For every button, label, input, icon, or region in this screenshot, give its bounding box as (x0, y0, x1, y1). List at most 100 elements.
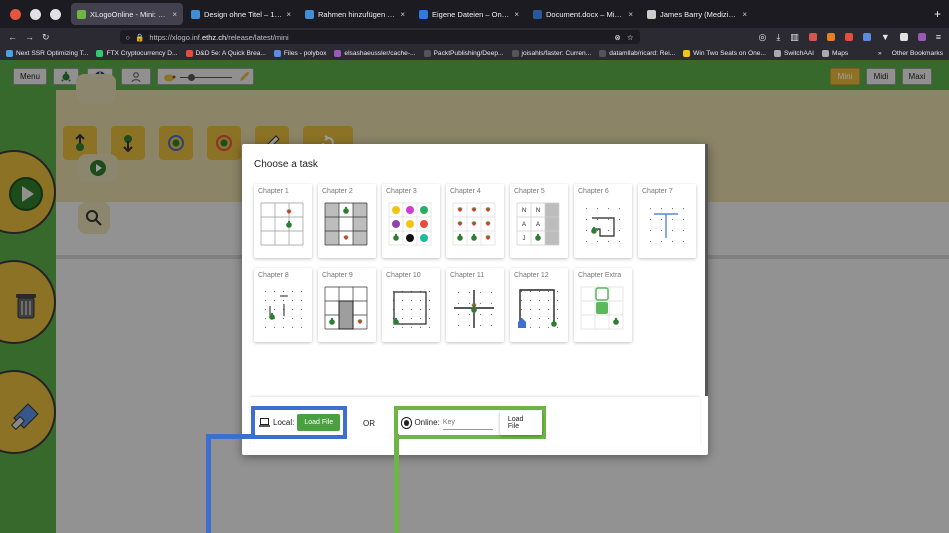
grid-dot (596, 207, 599, 210)
browser-tab[interactable]: Rahmen hinzufügen – Canva × (299, 3, 411, 25)
local-load-file-button[interactable]: Load File (297, 414, 341, 431)
grid-letter: A (536, 222, 540, 228)
bookmark-label: Maps (832, 49, 849, 57)
grid-dot (468, 291, 471, 294)
chapter-card[interactable]: Chapter 3 (382, 184, 440, 258)
bookmark-icon (96, 49, 104, 57)
browser-tab[interactable]: Eigene Dateien – OneDrive× (413, 3, 525, 25)
strawberry-leaf-icon (458, 221, 462, 223)
turtle-head-icon (536, 233, 540, 236)
chapter-card[interactable]: Chapter 12 (510, 268, 568, 342)
strawberry-leaf-icon (344, 235, 348, 237)
grid-letter: A (522, 222, 526, 228)
turtle-icon (393, 235, 399, 241)
bookmark-icon (6, 49, 13, 57)
annotation-line-blue (206, 434, 211, 533)
tab-close-icon[interactable]: × (742, 10, 747, 19)
chapter-card[interactable]: Chapter 6 (574, 184, 632, 258)
chapter-card[interactable]: Chapter 4 (446, 184, 504, 258)
window-maximize-button[interactable] (50, 8, 61, 20)
extension-icon[interactable] (899, 33, 908, 41)
grid-dot (428, 299, 431, 302)
tab-close-icon[interactable]: × (286, 10, 291, 19)
strawberry-icon (343, 236, 349, 240)
turtle-head-icon (614, 317, 618, 320)
browser-tab[interactable]: XLogoOnline - Mini: Program × (71, 3, 183, 25)
extension-icon[interactable] (826, 33, 835, 41)
favicon-icon (305, 9, 314, 19)
bookmark-item[interactable]: Win Two Seats on One... (683, 49, 766, 57)
tab-close-icon[interactable]: × (172, 10, 177, 19)
new-tab-button[interactable]: + (926, 7, 949, 21)
chapter-preview: N N A A J (516, 202, 560, 246)
bookmark-item[interactable]: elsashaeussler/cache-... (334, 49, 416, 57)
extension-icon[interactable] (844, 33, 853, 41)
bookmark-star-icon[interactable]: ☆ (627, 33, 634, 42)
dialog-scrollbar[interactable] (705, 144, 708, 396)
grid-dot (300, 290, 303, 293)
extension-icon[interactable] (808, 33, 817, 41)
grid-dot (428, 326, 431, 329)
bookmark-item[interactable]: datamllab/ricard: Rei... (599, 49, 675, 57)
grid-dot (596, 218, 599, 221)
grid-dot (529, 326, 532, 329)
hamburger-menu-icon[interactable]: ≡ (936, 32, 941, 42)
chapter-card[interactable]: Chapter 2 (318, 184, 376, 258)
extension-badge-icon[interactable]: ⊗ (615, 33, 621, 42)
grid-dot (479, 324, 482, 327)
key-input[interactable] (442, 415, 493, 430)
grid-dot (585, 240, 588, 243)
bookmark-item[interactable]: Next SSR Optimizing T... (6, 49, 88, 57)
window-minimize-button[interactable] (30, 8, 41, 20)
extension-icon[interactable] (862, 33, 871, 41)
bookmark-item[interactable]: joisahls/faster: Curren... (511, 49, 591, 57)
chapter-card[interactable]: Chapter Extra (574, 268, 632, 342)
bookmark-item[interactable]: PacktPublishing/Deep... (423, 49, 504, 57)
chapter-card[interactable]: Chapter 11 (446, 268, 504, 342)
pocket-save-icon[interactable]: ▼ (881, 32, 890, 42)
bookmark-item[interactable]: Maps (822, 49, 849, 57)
grid-dot (428, 290, 431, 293)
bookmark-item[interactable]: SwitchAAI (773, 49, 814, 57)
chapter-card[interactable]: Chapter 7 (638, 184, 696, 258)
chapter-card[interactable]: Chapter 1 (254, 184, 312, 258)
bookmark-icon (511, 49, 519, 57)
back-icon[interactable]: ← (8, 32, 17, 42)
window-close-button[interactable] (10, 8, 21, 20)
online-load-file-button[interactable]: Load File (499, 410, 542, 435)
browser-tab[interactable]: Document.docx – Microsoft × (527, 3, 639, 25)
forward-icon[interactable]: → (25, 32, 34, 42)
other-bookmarks[interactable]: » Other Bookmarks (878, 50, 943, 57)
bookmark-item[interactable]: D&D 5e: A Quick Brea... (185, 49, 266, 57)
bookmark-item[interactable]: Files - polybox (273, 49, 327, 57)
favicon-icon (77, 9, 86, 19)
reload-icon[interactable]: ↻ (42, 32, 50, 43)
turtle-icon (343, 208, 349, 214)
library-icon[interactable]: ▥ (790, 32, 799, 43)
chapter-card[interactable]: Chapter 10 (382, 268, 440, 342)
chapter-preview (585, 207, 621, 243)
strawberry-icon (457, 208, 463, 212)
pocket-icon[interactable]: ◎ (758, 32, 766, 43)
chapter-card[interactable]: Chapter 8 (254, 268, 312, 342)
bookmark-item[interactable]: FTX Cryptocurrency D... (96, 49, 178, 57)
download-icon[interactable]: ⤓ (776, 32, 780, 43)
grid-dot (618, 207, 621, 210)
turtle-head-icon (592, 226, 596, 229)
url-bar[interactable]: ○ 🔒 https://xlogo.inf.ethz.ch/release/la… (119, 30, 640, 44)
browser-tab[interactable]: Design ohne Titel – 1920 × × (185, 3, 297, 25)
chapter-card[interactable]: Chapter 5 N N A A J (510, 184, 568, 258)
tab-close-icon[interactable]: × (514, 10, 519, 19)
bookmark-label: Files - polybox (283, 49, 327, 57)
chapter-card[interactable]: Chapter 9 (318, 268, 376, 342)
grid-letter: N (522, 208, 526, 214)
tab-close-icon[interactable]: × (400, 10, 405, 19)
browser-tab[interactable]: James Barry (Mediziner) – W× (641, 3, 753, 25)
grid-dot (585, 207, 588, 210)
chapter-label: Chapter Extra (578, 272, 622, 279)
tab-close-icon[interactable]: × (628, 10, 633, 19)
chapter-preview (452, 202, 496, 246)
grid-dot (410, 299, 413, 302)
grid-dot (547, 299, 550, 302)
extension-icon[interactable] (917, 33, 926, 41)
